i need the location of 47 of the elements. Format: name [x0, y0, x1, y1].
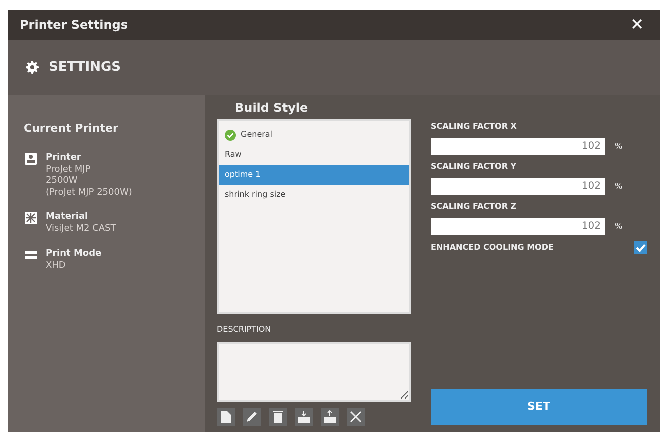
close-button[interactable]: ✕ — [626, 17, 648, 33]
info-value: VisiJet M2 CAST — [46, 224, 116, 236]
set-button[interactable]: SET — [431, 389, 647, 425]
list-item[interactable]: optime 1 — [219, 165, 409, 185]
number-field[interactable]: 102 — [431, 178, 605, 195]
toolbar-button[interactable] — [347, 408, 365, 426]
list-item[interactable]: General — [219, 125, 409, 145]
checkbox-label: ENHANCED COOLING MODE — [431, 242, 554, 254]
info-label: Print Mode — [46, 248, 102, 260]
toolbar-button[interactable] — [321, 408, 339, 426]
info-value: ProJet MJP — [46, 165, 92, 176]
unit-label: % — [615, 140, 623, 152]
toolbar-button[interactable] — [243, 408, 261, 426]
info-label: Printer — [46, 152, 82, 164]
toolbar-button[interactable] — [295, 408, 313, 426]
document-icon — [219, 410, 233, 424]
section-title: Build Style — [235, 100, 308, 117]
field-label: SCALING FACTOR Z — [431, 201, 518, 213]
window-title: Printer Settings — [20, 17, 128, 34]
printer-icon — [24, 152, 38, 166]
tools-icon — [349, 410, 363, 424]
info-label: Material — [46, 210, 90, 224]
header-title: SETTINGS — [49, 58, 122, 77]
section-title: Current Printer — [24, 121, 120, 137]
number-field[interactable]: 102 — [431, 138, 605, 155]
description-field[interactable] — [217, 342, 411, 402]
info-value: (ProJet MJP 2500W) — [46, 188, 132, 199]
settings-icon — [26, 61, 39, 74]
field-label: SCALING FACTOR Y — [431, 161, 518, 173]
info-value: 2500W — [46, 176, 79, 188]
toolbar-button[interactable] — [269, 408, 287, 426]
checkbox[interactable] — [634, 241, 647, 254]
info-value: XHD — [46, 261, 67, 272]
check-circle-icon — [225, 130, 236, 140]
number-field[interactable]: 102 — [431, 218, 605, 235]
toolbar-button[interactable] — [217, 408, 235, 426]
description-label: DESCRIPTION — [217, 324, 272, 336]
box-arrow-icon — [323, 410, 337, 424]
unit-label: % — [615, 180, 623, 192]
unit-label: % — [615, 220, 623, 232]
trash-icon — [271, 410, 285, 424]
list-item[interactable]: shrink ring size — [219, 185, 409, 205]
field-label: SCALING FACTOR X — [431, 121, 518, 133]
box-arrow-icon — [297, 410, 311, 424]
grid-icon — [24, 210, 38, 225]
list-item[interactable]: Raw — [219, 145, 409, 165]
pencil-icon — [245, 410, 259, 424]
